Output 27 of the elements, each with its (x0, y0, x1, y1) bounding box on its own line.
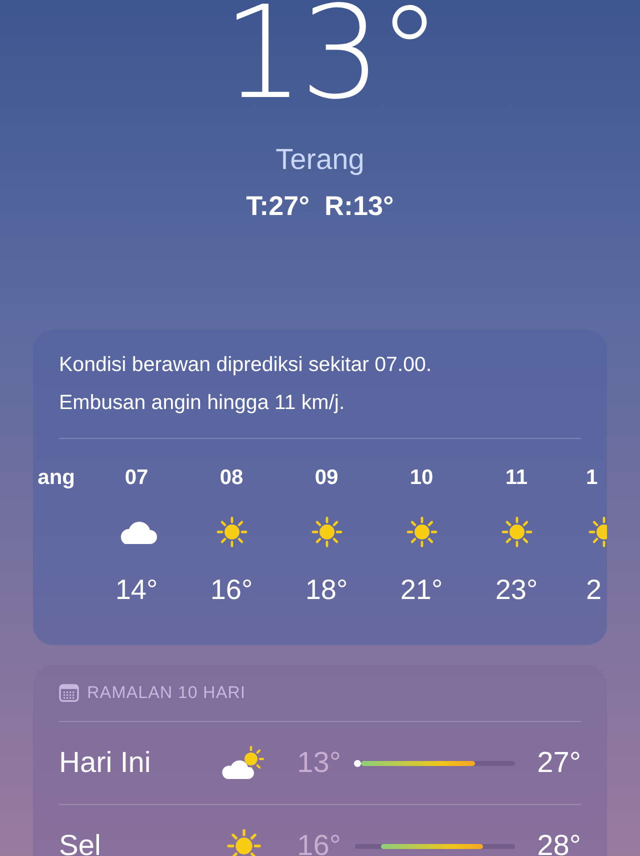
hour-label: 11 (505, 465, 528, 491)
high-temperature: 27° (536, 746, 581, 780)
current-temperature: 13° (222, 0, 438, 118)
hour-label: 10 (410, 465, 434, 491)
day-label: Sel (59, 830, 102, 856)
hour-temperature: 14° (115, 573, 158, 607)
high-temperature: 28° (536, 830, 581, 856)
hour-temperature: 18° (305, 573, 348, 607)
sun-icon (224, 826, 264, 856)
hour-label: 1 (586, 465, 598, 491)
hour-label: ang (38, 465, 75, 491)
day-label: Hari Ini (59, 746, 152, 780)
hour-temperature: 23° (495, 573, 538, 607)
hour-temperature: 2 (586, 573, 602, 607)
low-temperature: 16° (296, 830, 341, 856)
hour-label: 07 (124, 465, 148, 491)
calendar-icon (59, 683, 79, 703)
daily-forecast-title: RAMALAN 10 HARI (87, 683, 246, 703)
forecast-summary-line: Kondisi berawan diprediksi sekitar 07.00. (59, 352, 433, 378)
hour-label: 09 (314, 465, 338, 491)
hour-label: 08 (220, 465, 244, 491)
weather-condition: Terang (276, 144, 364, 177)
forecast-summary-line: Embusan angin hingga 11 km/j. (59, 390, 346, 416)
high-low-temperature: T:27° R:13° (246, 191, 394, 222)
hour-temperature: 21° (400, 573, 443, 607)
hour-temperature: 16° (210, 573, 253, 607)
low-temperature: 13° (296, 746, 341, 780)
